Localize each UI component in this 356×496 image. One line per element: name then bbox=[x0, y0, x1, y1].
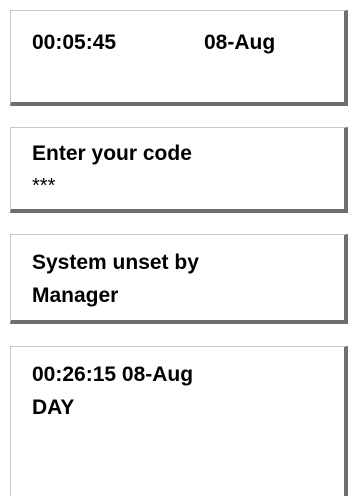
keypad-display-code-entry: Enter your code *** bbox=[10, 127, 348, 213]
keypad-display-day-mode: 00:26:15 08-Aug DAY bbox=[10, 346, 348, 496]
display-time: 00:05:45 bbox=[32, 31, 117, 54]
display-date: 08-Aug bbox=[204, 31, 276, 54]
display-time-date: 00:26:15 08-Aug bbox=[32, 363, 194, 386]
display-message-line1: System unset by bbox=[32, 251, 199, 274]
keypad-display-idle: 00:05:45 08-Aug bbox=[10, 10, 348, 106]
display-code-mask: *** bbox=[32, 175, 56, 197]
display-message-line2: Manager bbox=[32, 284, 119, 307]
display-prompt: Enter your code bbox=[32, 142, 192, 165]
display-mode: DAY bbox=[32, 396, 75, 419]
keypad-display-unset-message: System unset by Manager bbox=[10, 234, 348, 324]
